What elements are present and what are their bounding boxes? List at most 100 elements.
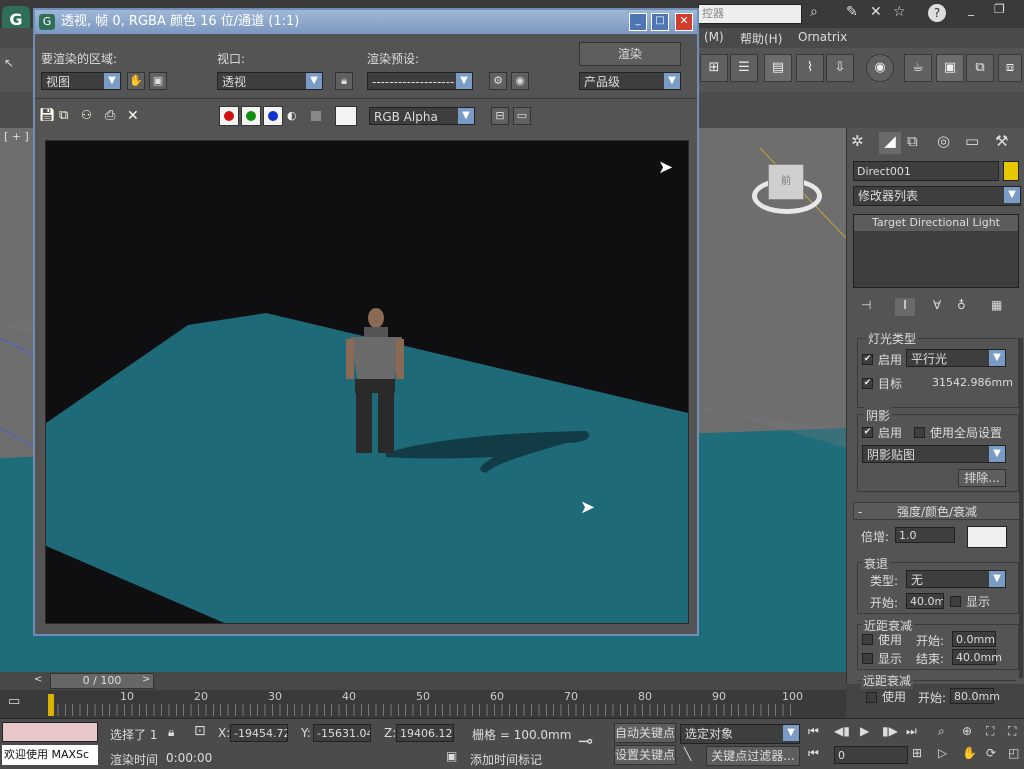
intensity-rollout-title[interactable]: - 强度/颜色/衰减 <box>853 502 1021 520</box>
render-setup-small-icon[interactable]: ⚙ <box>489 72 507 90</box>
shadow-type-dropdown[interactable]: 阴影贴图 ▼ <box>862 445 1006 463</box>
environment-icon[interactable]: ◉ <box>511 72 529 90</box>
time-slider-prev-icon[interactable]: < <box>34 674 46 688</box>
close-x-icon[interactable]: ✕ <box>870 4 890 24</box>
clone-window-icon[interactable]: ⚇ <box>81 108 99 124</box>
prev-frame-icon[interactable]: ◀▮ <box>834 724 854 742</box>
auto-region-icon[interactable]: ▣ <box>149 72 167 90</box>
play-icon[interactable]: ▶ <box>860 724 880 742</box>
key-filter-icon[interactable]: ╲ <box>684 747 702 765</box>
x-coordinate-field[interactable]: -19454.72 <box>230 724 288 742</box>
go-to-end-icon[interactable]: ⏭ <box>906 724 926 742</box>
graphite-tools-icon[interactable]: ▤ <box>764 54 792 82</box>
key-mode-dropdown[interactable]: 选定对象 ▼ <box>680 724 800 744</box>
make-unique-icon[interactable]: ∀ <box>933 298 951 316</box>
viewport-dropdown[interactable]: 透视 ▼ <box>217 72 323 90</box>
toggle-ui-icon[interactable]: ▭ <box>513 107 531 125</box>
set-key-button[interactable]: 设置关键点 <box>614 745 676 765</box>
hierarchy-tab-icon[interactable]: ⧉ <box>907 132 929 154</box>
light-color-swatch[interactable] <box>967 526 1007 548</box>
red-channel-toggle[interactable] <box>219 106 239 126</box>
green-channel-toggle[interactable] <box>241 106 261 126</box>
maximize-icon[interactable]: □ <box>651 13 669 31</box>
channel-display-dropdown[interactable]: RGB Alpha ▼ <box>369 107 475 125</box>
rendered-frame-icon[interactable]: ▣ <box>936 54 964 82</box>
viewport-label[interactable]: [ + ] <box>4 130 29 143</box>
shadow-enable-checkbox[interactable]: ✔ <box>862 427 873 438</box>
decay-type-dropdown[interactable]: 无 ▼ <box>906 570 1006 588</box>
motion-tab-icon[interactable]: ◎ <box>937 132 959 154</box>
create-tab-icon[interactable]: ✲ <box>851 132 873 154</box>
lock-selection-icon[interactable]: 🔒︎ <box>168 725 184 741</box>
print-image-icon[interactable]: ⎙ <box>105 108 121 124</box>
light-type-dropdown[interactable]: 平行光 ▼ <box>906 349 1006 367</box>
alpha-channel-icon[interactable]: ◐ <box>287 109 301 123</box>
render-setup-icon[interactable]: ☕ <box>904 54 932 82</box>
multiplier-spinner[interactable]: 1.0 <box>895 527 955 543</box>
panel-scrollbar[interactable] <box>1019 338 1023 678</box>
restore-app-icon[interactable]: ❐ <box>994 2 1014 22</box>
render-production-icon[interactable]: ⧉ <box>966 54 994 82</box>
menu-item-help[interactable]: 帮助(H) <box>740 30 782 47</box>
render-preset-dropdown[interactable]: ------------------- ▼ <box>367 72 473 90</box>
minimize-app-icon[interactable]: _ <box>968 2 988 22</box>
absolute-mode-icon[interactable]: ⊡ <box>194 723 212 741</box>
current-frame-field[interactable]: 0 <box>834 746 908 764</box>
zoom-extents-icon[interactable]: ⛶ <box>986 724 1004 742</box>
select-arrow-icon[interactable]: ↖ <box>4 56 18 78</box>
swatch-color[interactable] <box>335 106 357 126</box>
time-config-icon[interactable]: ⊞ <box>912 746 930 764</box>
add-time-tag-icon[interactable]: ▣ <box>446 749 462 765</box>
search-input[interactable]: 控器 <box>698 4 802 24</box>
menu-item-ornatrix[interactable]: Ornatrix <box>798 30 847 44</box>
near-end-spinner[interactable]: 40.0mm <box>952 649 1002 665</box>
star-icon[interactable]: ☆ <box>893 4 913 24</box>
display-tab-icon[interactable]: ▭ <box>965 132 987 154</box>
modifier-stack[interactable]: Target Directional Light <box>853 214 1019 288</box>
decay-start-spinner[interactable]: 40.0mm <box>906 593 944 609</box>
time-slider-thumb[interactable]: 0 / 100 <box>50 673 154 689</box>
configure-sets-icon[interactable]: ▦ <box>991 298 1009 316</box>
object-name-field[interactable]: Direct001 <box>853 161 999 181</box>
object-color-swatch[interactable] <box>1003 161 1019 181</box>
modify-tab-icon[interactable]: ◢ <box>879 132 901 154</box>
near-use-checkbox[interactable] <box>862 634 873 645</box>
near-start-spinner[interactable]: 0.0mm <box>952 631 996 647</box>
key-filters-button[interactable]: 关键点过滤器... <box>706 746 800 766</box>
layer-manager-icon[interactable]: ☰ <box>730 54 758 82</box>
menu-item-m[interactable]: (M) <box>704 30 724 44</box>
auto-key-button[interactable]: 自动关键点 <box>614 723 676 743</box>
maximize-viewport-icon[interactable]: ◰ <box>1008 746 1024 764</box>
pin-stack-icon[interactable]: ⊣ <box>861 298 879 316</box>
near-show-checkbox[interactable] <box>862 653 873 664</box>
save-image-icon[interactable]: 💾︎ <box>39 108 56 124</box>
mini-curve-editor-icon[interactable]: ▭ <box>8 694 32 712</box>
target-checkbox[interactable]: ✔ <box>862 378 873 389</box>
pan-icon[interactable]: ✋ <box>962 746 980 764</box>
blue-channel-toggle[interactable] <box>263 106 283 126</box>
render-area-dropdown[interactable]: 视图 ▼ <box>41 72 121 90</box>
utilities-tab-icon[interactable]: ⚒ <box>995 132 1017 154</box>
toolbar-more-icon[interactable]: ⧈ <box>998 54 1022 82</box>
field-of-view-icon[interactable]: ▷ <box>938 746 956 764</box>
use-global-checkbox[interactable] <box>914 427 925 438</box>
far-use-checkbox[interactable] <box>866 692 877 703</box>
exclude-button[interactable]: 排除... <box>958 469 1006 487</box>
time-slider-next-icon[interactable]: > <box>142 674 154 688</box>
render-quality-dropdown[interactable]: 产品级 ▼ <box>579 72 681 90</box>
track-ruler[interactable] <box>50 704 796 716</box>
material-editor-icon[interactable]: ◉ <box>866 54 894 82</box>
monochrome-icon[interactable] <box>311 111 321 121</box>
welcome-text[interactable]: 欢迎使用 MAXSc <box>2 745 98 765</box>
close-icon[interactable]: ✕ <box>675 13 693 31</box>
z-coordinate-field[interactable]: 19406.125 <box>396 724 454 742</box>
render-window-titlebar[interactable]: G 透视, 帧 0, RGBA 颜色 16 位/通道 (1:1) _ □ ✕ <box>35 10 697 34</box>
maxscript-listener[interactable] <box>2 722 98 742</box>
wrench-icon[interactable]: ✎ <box>846 4 866 24</box>
add-time-tag[interactable]: 添加时间标记 <box>470 751 542 768</box>
schematic-view-icon[interactable]: ⇩ <box>826 54 854 82</box>
remove-modifier-icon[interactable]: ♁ <box>957 298 975 316</box>
clear-image-icon[interactable]: ✕ <box>127 108 143 124</box>
lock-viewport-icon[interactable]: 🔒︎ <box>335 72 353 90</box>
help-icon[interactable]: ? <box>928 4 946 22</box>
